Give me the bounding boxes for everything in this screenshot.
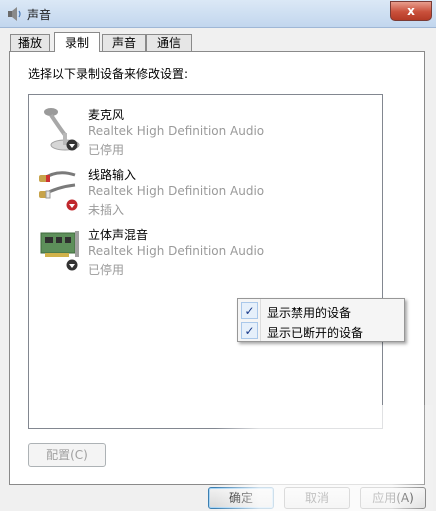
- device-status: 已停用: [88, 263, 125, 277]
- context-menu: ✓ 显示禁用的设备 ✓ 显示已断开的设备: [237, 298, 405, 342]
- check-icon: ✓: [241, 302, 258, 319]
- tab-sounds[interactable]: 声音: [102, 34, 146, 52]
- menu-item-show-disconnected[interactable]: ✓ 显示已断开的设备: [240, 321, 402, 341]
- device-status: 未插入: [88, 203, 125, 217]
- window-title: 声音: [27, 8, 52, 22]
- cancel-button[interactable]: 取消: [284, 487, 350, 509]
- configure-button[interactable]: 配置(C): [28, 443, 106, 467]
- tab-recording[interactable]: 录制: [54, 32, 100, 52]
- ok-button[interactable]: 确定: [208, 487, 274, 509]
- device-list[interactable]: 麦克风 Realtek High Definition Audio 已停用 线路…: [28, 94, 405, 429]
- check-icon: ✓: [241, 322, 258, 339]
- device-item-stereo-mix[interactable]: 立体声混音 Realtek High Definition Audio 已停用: [37, 225, 367, 283]
- menu-item-label: 显示已断开的设备: [267, 326, 364, 340]
- menu-item-show-disabled[interactable]: ✓ 显示禁用的设备: [240, 301, 402, 321]
- device-name: 麦克风: [88, 108, 125, 122]
- tab-playback[interactable]: 播放: [10, 34, 50, 52]
- device-driver: Realtek High Definition Audio: [88, 184, 265, 198]
- title-bar: 声音 x: [0, 0, 436, 28]
- device-item-microphone[interactable]: 麦克风 Realtek High Definition Audio 已停用: [37, 105, 367, 163]
- disabled-badge-icon: [66, 139, 78, 151]
- device-item-line-in[interactable]: 线路输入 Realtek High Definition Audio 未插入: [37, 165, 367, 223]
- device-driver: Realtek High Definition Audio: [88, 244, 265, 258]
- device-name: 线路输入: [88, 168, 137, 182]
- speaker-icon: [8, 7, 21, 21]
- apply-button[interactable]: 应用(A): [360, 487, 426, 509]
- menu-item-label: 显示禁用的设备: [267, 306, 352, 320]
- close-button[interactable]: x: [390, 1, 432, 21]
- device-name: 立体声混音: [88, 228, 149, 242]
- device-status: 已停用: [88, 143, 125, 157]
- disabled-badge-icon: [66, 259, 78, 271]
- tab-panel: 选择以下录制设备来修改设置: 麦克风 Realtek High Definiti…: [9, 51, 425, 485]
- device-driver: Realtek High Definition Audio: [88, 124, 265, 138]
- unplugged-badge-icon: [66, 199, 78, 211]
- instruction-text: 选择以下录制设备来修改设置:: [28, 67, 189, 81]
- tab-communications[interactable]: 通信: [146, 34, 192, 52]
